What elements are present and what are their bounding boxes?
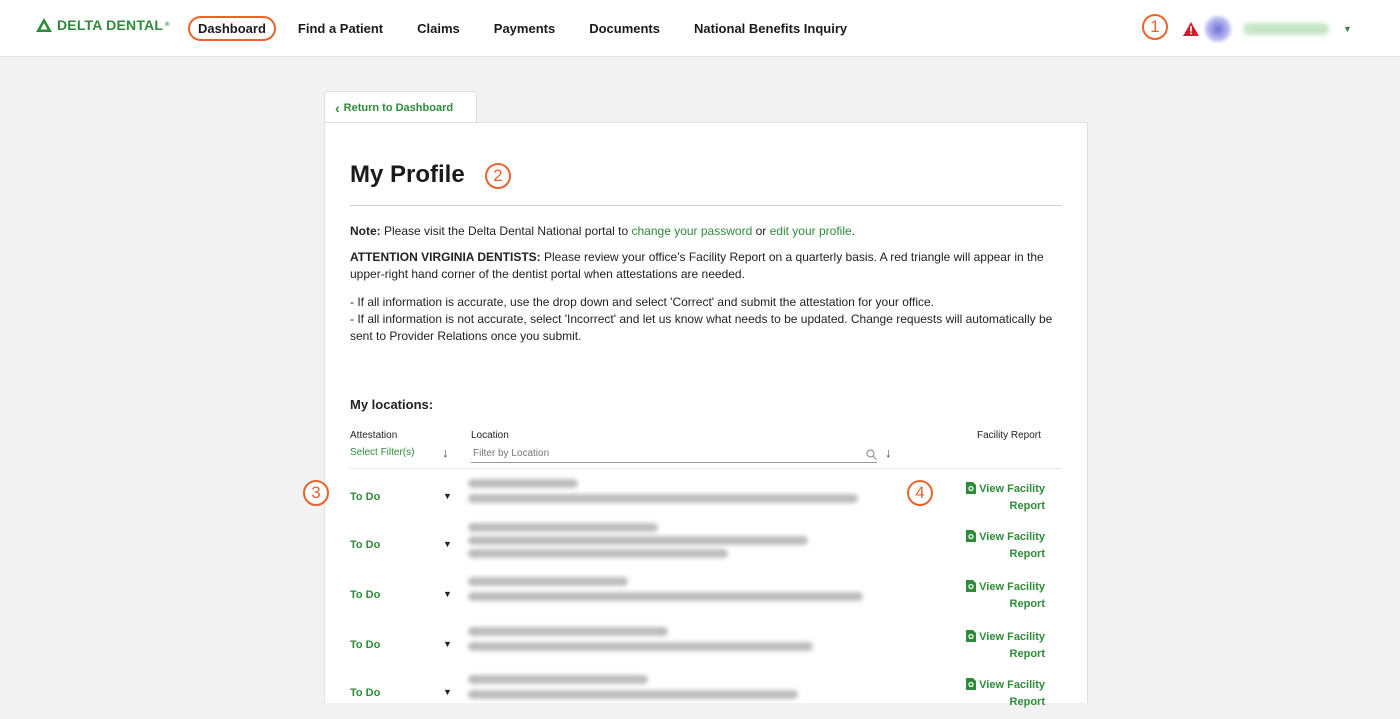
chevron-down-icon[interactable]: ▼ bbox=[443, 589, 452, 599]
my-locations-heading: My locations: bbox=[350, 397, 434, 412]
location-name-redacted bbox=[468, 479, 578, 488]
chevron-down-icon[interactable]: ▼ bbox=[443, 639, 452, 649]
nav-dashboard[interactable]: Dashboard bbox=[188, 15, 276, 41]
location-row: To Do ▼ View Facility Report bbox=[325, 523, 1085, 571]
nav-documents[interactable]: Documents bbox=[589, 21, 660, 36]
location-name-redacted bbox=[468, 523, 658, 532]
page-title: My Profile bbox=[350, 161, 465, 188]
document-icon bbox=[966, 630, 977, 642]
location-column-header: Location bbox=[471, 430, 509, 441]
callout-1: 1 bbox=[1142, 14, 1168, 40]
view-facility-label: View Facility bbox=[979, 679, 1045, 691]
attestation-status[interactable]: To Do bbox=[350, 589, 380, 601]
nav-claims[interactable]: Claims bbox=[417, 21, 460, 36]
location-address-redacted bbox=[468, 642, 813, 651]
attestation-status[interactable]: To Do bbox=[350, 639, 380, 651]
view-facility-report-link[interactable]: View Facility Report bbox=[966, 579, 1045, 613]
location-row: To Do ▼ View Facility Report bbox=[325, 475, 1085, 523]
location-name-redacted bbox=[468, 675, 648, 684]
chevron-down-icon[interactable]: ▼ bbox=[1343, 24, 1352, 34]
view-facility-report-link[interactable]: View Facility Report bbox=[966, 529, 1045, 563]
title-divider bbox=[350, 205, 1062, 206]
header-divider bbox=[350, 468, 1062, 469]
instruction-incorrect: - If all information is not accurate, se… bbox=[350, 312, 1053, 343]
search-icon[interactable] bbox=[866, 447, 877, 465]
delta-logo-icon bbox=[36, 18, 52, 32]
attestation-status[interactable]: To Do bbox=[350, 687, 380, 699]
top-navigation-bar: DELTA DENTAL ® Dashboard Find a Patient C… bbox=[0, 0, 1400, 57]
callout-3: 3 bbox=[303, 480, 329, 506]
view-facility-label: View Facility bbox=[979, 531, 1045, 543]
report-label: Report bbox=[1009, 500, 1045, 512]
view-facility-report-link[interactable]: View Facility Report bbox=[966, 481, 1045, 515]
location-address-redacted bbox=[468, 690, 798, 699]
attention-label: ATTENTION VIRGINIA DENTISTS: bbox=[350, 250, 541, 264]
callout-4: 4 bbox=[907, 480, 933, 506]
edit-profile-link[interactable]: edit your profile bbox=[770, 224, 852, 238]
attestation-sort-arrow-icon[interactable]: ↓ bbox=[442, 445, 449, 460]
user-name-redacted[interactable] bbox=[1243, 23, 1329, 35]
document-icon bbox=[966, 530, 977, 542]
instructions-paragraph: - If all information is accurate, use th… bbox=[350, 294, 1060, 345]
document-icon bbox=[966, 580, 977, 592]
report-label: Report bbox=[1009, 648, 1045, 660]
attestation-column-header: Attestation bbox=[350, 430, 398, 441]
delta-dental-logo[interactable]: DELTA DENTAL ® bbox=[36, 17, 170, 33]
nav-find-a-patient[interactable]: Find a Patient bbox=[298, 21, 383, 36]
user-menu[interactable]: ▼ bbox=[1143, 14, 1352, 44]
location-row: To Do ▼ View Facility Report bbox=[325, 573, 1085, 621]
view-facility-report-link[interactable]: View Facility Report bbox=[966, 629, 1045, 663]
note-or: or bbox=[755, 224, 767, 238]
attention-paragraph: ATTENTION VIRGINIA DENTISTS: Please revi… bbox=[350, 249, 1060, 283]
report-label: Report bbox=[1009, 696, 1045, 708]
attestation-status[interactable]: To Do bbox=[350, 539, 380, 551]
facility-report-column-header: Facility Report bbox=[977, 430, 1041, 441]
nav-payments[interactable]: Payments bbox=[494, 21, 555, 36]
profile-card: My Profile 2 Note: Please visit the Delt… bbox=[303, 122, 1088, 708]
return-to-dashboard-link[interactable]: ‹ Return to Dashboard bbox=[324, 91, 477, 123]
view-facility-label: View Facility bbox=[979, 581, 1045, 593]
attestation-status[interactable]: To Do bbox=[350, 491, 380, 503]
report-label: Report bbox=[1009, 548, 1045, 560]
logo-text: DELTA DENTAL bbox=[57, 17, 164, 33]
nav-national-benefits-inquiry[interactable]: National Benefits Inquiry bbox=[694, 21, 847, 36]
location-address-redacted bbox=[468, 549, 728, 558]
return-to-dashboard-label: Return to Dashboard bbox=[343, 101, 454, 114]
view-facility-label: View Facility bbox=[979, 631, 1045, 643]
chevron-left-icon: ‹ bbox=[335, 99, 340, 116]
logo-trademark: ® bbox=[165, 22, 170, 28]
report-label: Report bbox=[1009, 598, 1045, 610]
chevron-down-icon[interactable]: ▼ bbox=[443, 539, 452, 549]
document-icon bbox=[966, 482, 977, 494]
callout-2: 2 bbox=[485, 163, 511, 189]
avatar[interactable] bbox=[1205, 16, 1231, 42]
location-address-redacted bbox=[468, 536, 808, 545]
note-text: Please visit the Delta Dental National p… bbox=[384, 224, 629, 238]
view-facility-report-link[interactable]: View Facility Report bbox=[966, 677, 1045, 711]
warning-triangle-icon[interactable] bbox=[1183, 22, 1199, 36]
view-facility-label: View Facility bbox=[979, 483, 1045, 495]
main-nav: Dashboard Find a Patient Claims Payments… bbox=[188, 0, 881, 56]
note-paragraph: Note: Please visit the Delta Dental Nati… bbox=[350, 223, 1060, 240]
chevron-down-icon[interactable]: ▼ bbox=[443, 491, 452, 501]
location-row: To Do ▼ View Facility Report bbox=[325, 671, 1085, 719]
instruction-correct: - If all information is accurate, use th… bbox=[350, 295, 934, 309]
select-filters-link[interactable]: Select Filter(s) bbox=[350, 447, 414, 458]
location-sort-arrow-icon[interactable]: ↓ bbox=[885, 445, 892, 460]
location-address-redacted bbox=[468, 494, 858, 503]
note-label: Note: bbox=[350, 224, 381, 238]
change-password-link[interactable]: change your password bbox=[632, 224, 753, 238]
location-name-redacted bbox=[468, 627, 668, 636]
location-address-redacted bbox=[468, 592, 863, 601]
document-icon bbox=[966, 678, 977, 690]
chevron-down-icon[interactable]: ▼ bbox=[443, 687, 452, 697]
filter-by-location-input[interactable] bbox=[471, 445, 877, 463]
location-row: To Do ▼ View Facility Report bbox=[325, 623, 1085, 671]
note-period: . bbox=[851, 224, 855, 238]
location-name-redacted bbox=[468, 577, 628, 586]
